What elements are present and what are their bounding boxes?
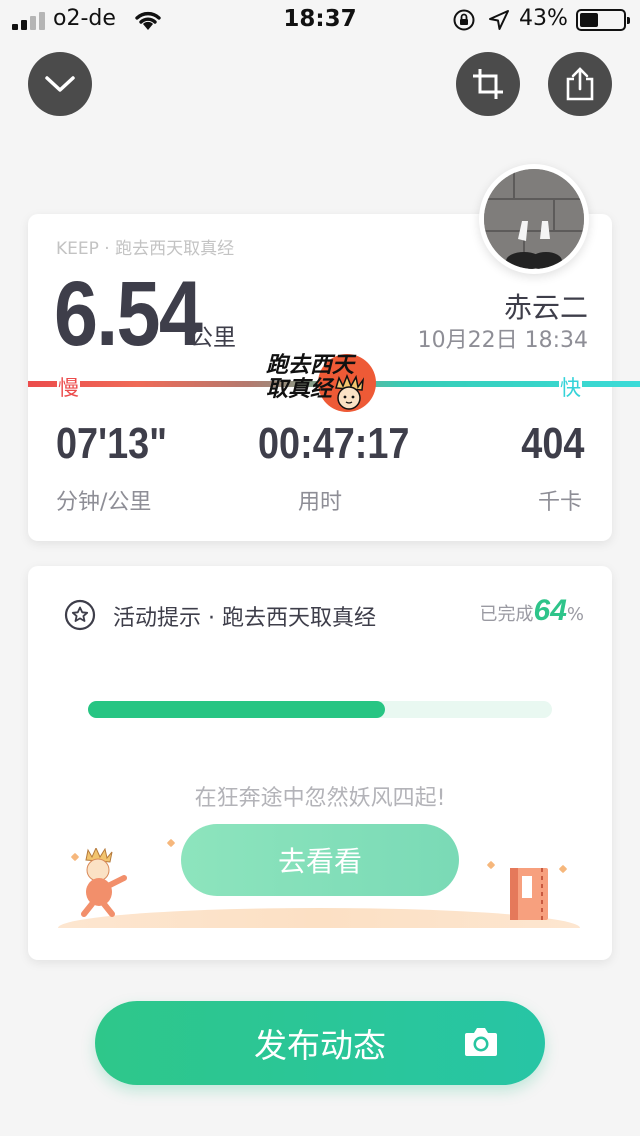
publish-label: 发布动态	[254, 1027, 386, 1064]
calories-label: 千卡	[537, 490, 582, 515]
completion-prefix: 已完成	[479, 604, 534, 625]
battery-percent: 43%	[519, 6, 568, 31]
collapse-button[interactable]	[28, 52, 92, 116]
duration-label: 用时	[297, 490, 342, 515]
star-badge-icon	[64, 599, 96, 631]
battery-level	[580, 13, 598, 27]
chevron-down-icon	[45, 76, 75, 92]
activity-card[interactable]: 活动提示 · 跑去西天取真经 已完成64% 在狂奔途中忽然妖风四起! 去看看	[28, 566, 612, 960]
ground-decoration	[58, 908, 580, 928]
activity-title: 活动提示 · 跑去西天取真经	[113, 606, 376, 631]
scripture-book-illustration	[510, 868, 548, 920]
crop-button[interactable]	[456, 52, 520, 116]
share-icon	[566, 67, 594, 101]
view-activity-button[interactable]: 去看看	[181, 824, 459, 896]
pace-value: 07'13"	[56, 419, 168, 468]
run-source: KEEP · 跑去西天取真经	[56, 239, 235, 259]
crop-icon	[473, 69, 503, 99]
avatar[interactable]	[479, 164, 589, 274]
avatar-photo	[484, 169, 584, 269]
status-bar: o2-de 18:37 43%	[0, 0, 640, 40]
duration-value: 00:47:17	[258, 419, 410, 468]
speed-slow-label: 慢	[57, 372, 80, 402]
share-button[interactable]	[548, 52, 612, 116]
distance-unit: 公里	[190, 325, 236, 351]
activity-progress-bar	[88, 701, 552, 718]
publish-post-button[interactable]: 发布动态	[95, 1001, 545, 1085]
run-date: 10月22日 18:34	[417, 328, 588, 353]
monk-runner-illustration	[81, 848, 127, 917]
location-arrow-icon	[489, 10, 509, 30]
event-badge: 跑去西天 取真经	[262, 352, 378, 422]
battery-icon	[576, 9, 630, 31]
activity-message: 在狂奔途中忽然妖风四起!	[194, 786, 446, 811]
calories-value: 404	[520, 419, 584, 468]
sparkle-decoration	[166, 838, 176, 848]
activity-completion: 已完成64%	[480, 594, 584, 628]
completion-suffix: %	[566, 604, 584, 625]
sparkle-decoration	[558, 864, 568, 874]
badge-line2: 取真经	[266, 377, 333, 402]
completion-value: 64	[533, 594, 567, 627]
orientation-lock-icon	[453, 9, 475, 31]
battery-nub	[627, 17, 630, 24]
user-name: 赤云二	[503, 291, 588, 324]
monk-head-icon	[335, 374, 365, 410]
sparkle-decoration	[486, 860, 496, 870]
distance-value: 6.54	[54, 263, 203, 365]
camera-icon	[465, 1028, 497, 1056]
activity-progress-fill	[88, 701, 385, 718]
speed-fast-label: 快	[559, 372, 582, 402]
